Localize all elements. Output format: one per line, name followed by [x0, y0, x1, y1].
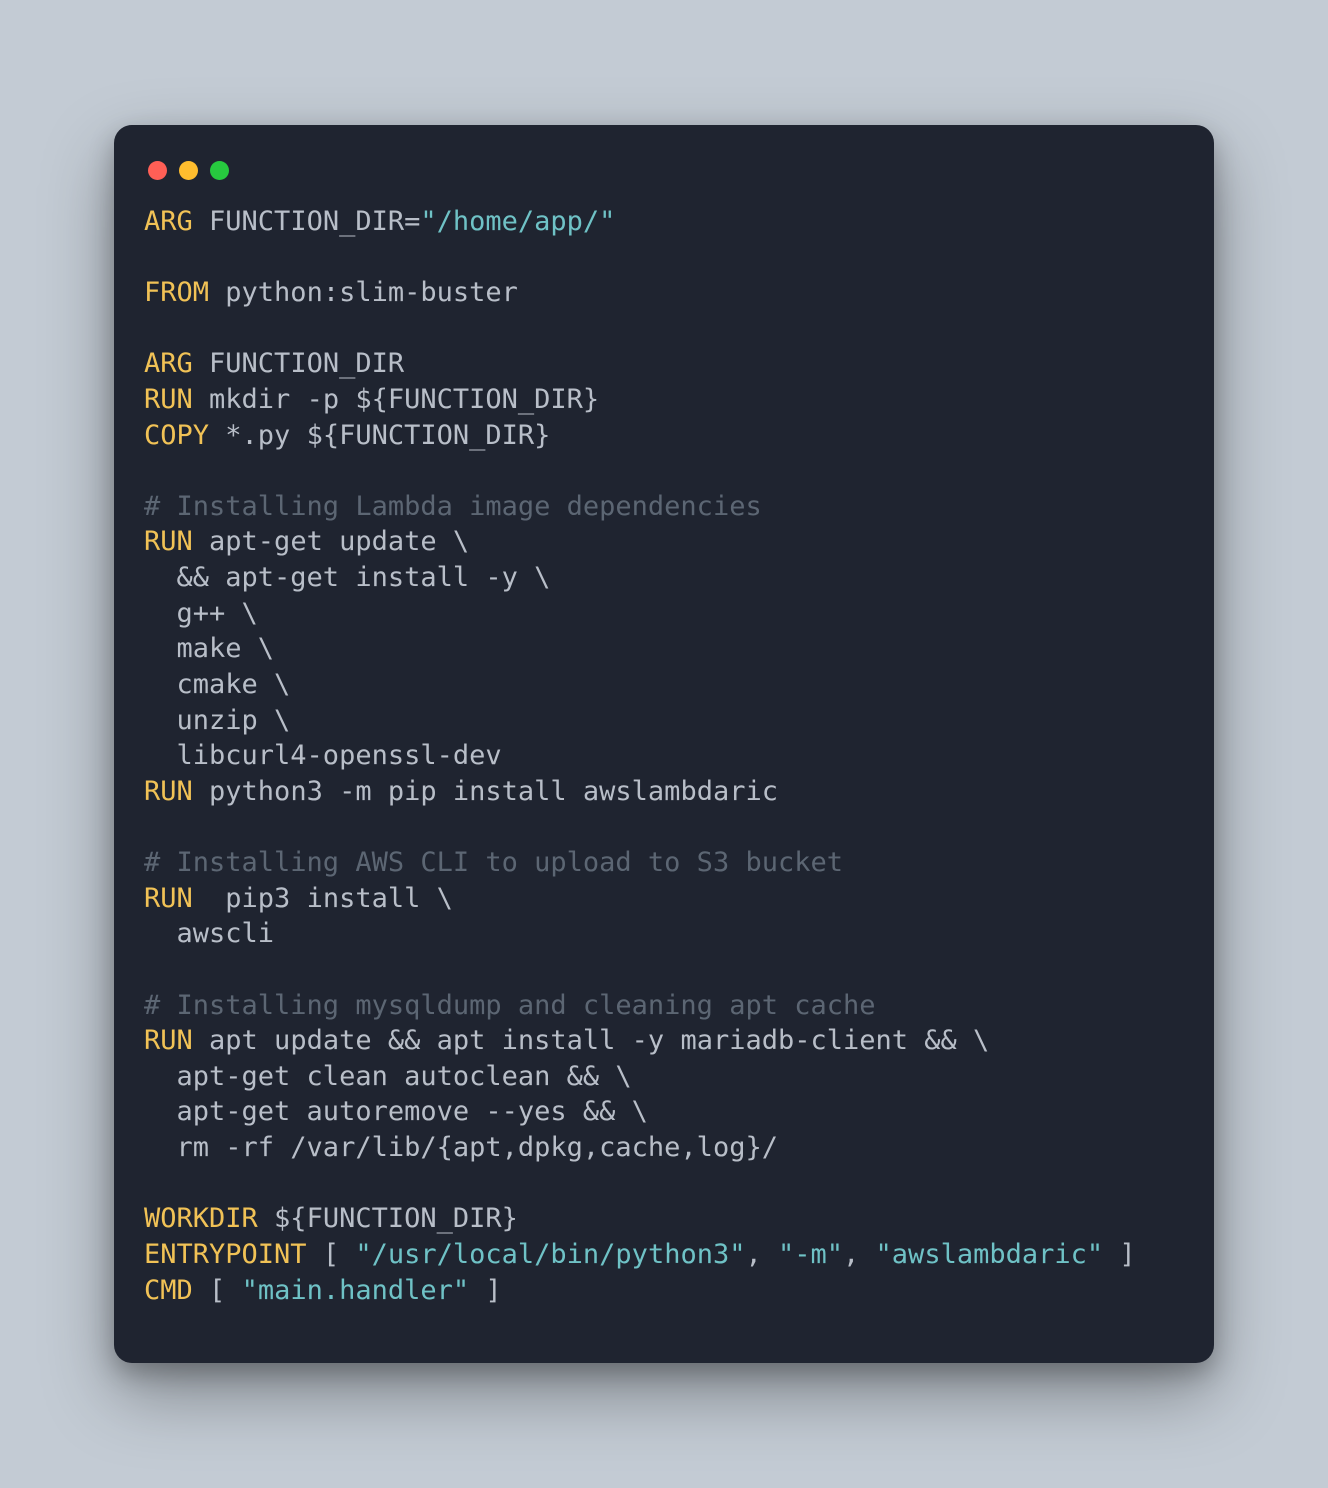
token-str: "main.handler" — [242, 1275, 470, 1306]
token-txt: ] — [1103, 1239, 1136, 1270]
token-txt: , — [843, 1239, 876, 1270]
token-txt: apt-get update \ — [193, 526, 469, 557]
token-txt: ${FUNCTION_DIR} — [258, 1203, 518, 1234]
token-txt: mkdir -p ${FUNCTION_DIR} — [193, 384, 599, 415]
token-txt: apt update && apt install -y mariadb-cli… — [193, 1025, 990, 1056]
token-kw: RUN — [144, 883, 193, 914]
token-txt: g++ \ — [144, 598, 258, 629]
token-txt: cmake \ — [144, 669, 290, 700]
token-cm: # Installing mysqldump and cleaning apt … — [144, 990, 876, 1021]
token-txt: FUNCTION_DIR= — [193, 206, 421, 237]
token-txt: rm -rf /var/lib/{apt,dpkg,cache,log}/ — [144, 1132, 778, 1163]
token-txt: awscli — [144, 918, 274, 949]
maximize-icon[interactable] — [210, 161, 229, 180]
token-txt: [ — [307, 1239, 356, 1270]
token-txt: && apt-get install -y \ — [144, 562, 550, 593]
token-kw: RUN — [144, 1025, 193, 1056]
token-kw: FROM — [144, 277, 209, 308]
token-txt: FUNCTION_DIR — [193, 348, 404, 379]
token-txt: apt-get clean autoclean && \ — [144, 1061, 632, 1092]
token-txt: make \ — [144, 633, 274, 664]
token-txt: pip3 install \ — [193, 883, 453, 914]
token-txt: , — [745, 1239, 778, 1270]
token-kw: COPY — [144, 420, 209, 451]
token-kw: RUN — [144, 526, 193, 557]
token-str: "/usr/local/bin/python3" — [355, 1239, 745, 1270]
token-kw: ARG — [144, 206, 193, 237]
token-txt: python3 -m pip install awslambdaric — [193, 776, 778, 807]
token-str: "/home/app/" — [420, 206, 615, 237]
token-txt: *.py ${FUNCTION_DIR} — [209, 420, 550, 451]
traffic-lights — [144, 153, 1184, 204]
token-str: "-m" — [778, 1239, 843, 1270]
token-kw: ENTRYPOINT — [144, 1239, 307, 1270]
token-cm: # Installing AWS CLI to upload to S3 buc… — [144, 847, 843, 878]
minimize-icon[interactable] — [179, 161, 198, 180]
token-kw: ARG — [144, 348, 193, 379]
token-txt: [ — [193, 1275, 242, 1306]
token-kw: RUN — [144, 776, 193, 807]
token-txt: python:slim-buster — [209, 277, 518, 308]
token-kw: CMD — [144, 1275, 193, 1306]
code-block: ARG FUNCTION_DIR="/home/app/" FROM pytho… — [144, 204, 1184, 1308]
token-cm: # Installing Lambda image dependencies — [144, 491, 762, 522]
token-kw: WORKDIR — [144, 1203, 258, 1234]
token-txt: apt-get autoremove --yes && \ — [144, 1096, 648, 1127]
token-txt: unzip \ — [144, 705, 290, 736]
token-txt: libcurl4-openssl-dev — [144, 740, 502, 771]
token-kw: RUN — [144, 384, 193, 415]
token-txt: ] — [469, 1275, 502, 1306]
close-icon[interactable] — [148, 161, 167, 180]
token-str: "awslambdaric" — [876, 1239, 1104, 1270]
code-window: ARG FUNCTION_DIR="/home/app/" FROM pytho… — [114, 125, 1214, 1363]
